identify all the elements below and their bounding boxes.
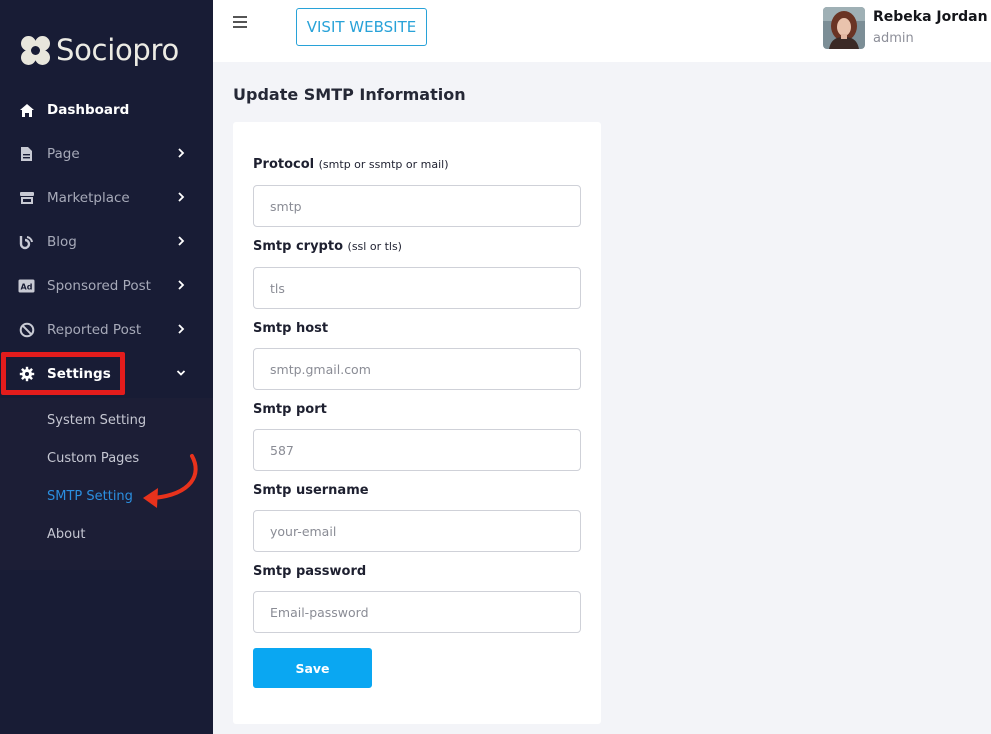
chevron-right-icon bbox=[178, 280, 185, 290]
chevron-down-icon bbox=[176, 370, 186, 376]
save-button[interactable]: Save bbox=[253, 648, 372, 688]
smtp-form: Protocol (smtp or ssmtp or mail) Smtp cr… bbox=[233, 122, 601, 724]
submenu-item-about[interactable]: About bbox=[47, 527, 85, 542]
user-name: Rebeka Jordan bbox=[873, 9, 988, 25]
home-icon bbox=[18, 102, 35, 119]
smtp-username-label: Smtp username bbox=[253, 483, 369, 498]
smtp-host-label: Smtp host bbox=[253, 321, 328, 336]
page-title: Update SMTP Information bbox=[233, 85, 466, 104]
user-role: admin bbox=[873, 31, 914, 46]
chevron-right-icon bbox=[178, 148, 185, 158]
smtp-host-label-text: Smtp host bbox=[253, 321, 329, 336]
smtp-username-input[interactable] bbox=[253, 510, 581, 552]
file-icon bbox=[18, 146, 35, 163]
sidebar: Sociopro Dashboard Page Marketplace Blog… bbox=[0, 0, 213, 734]
protocol-label-text: Protocol bbox=[253, 157, 315, 172]
smtp-password-input[interactable] bbox=[253, 591, 581, 633]
visit-website-button[interactable]: VISIT WEBSITE bbox=[296, 8, 427, 46]
submenu-item-custom-pages[interactable]: Custom Pages bbox=[47, 451, 139, 466]
menu-icon[interactable] bbox=[233, 16, 247, 28]
sidebar-item-label: Dashboard bbox=[47, 102, 130, 118]
smtp-password-label-text: Smtp password bbox=[253, 564, 367, 579]
chevron-right-icon bbox=[178, 236, 185, 246]
smtp-password-label: Smtp password bbox=[253, 564, 366, 579]
sidebar-item-label: Marketplace bbox=[47, 190, 130, 206]
sidebar-item-page[interactable]: Page bbox=[0, 132, 213, 176]
brand-name: Sociopro bbox=[56, 33, 179, 67]
protocol-hint: (smtp or ssmtp or mail) bbox=[318, 158, 449, 171]
smtp-crypto-hint: (ssl or tls) bbox=[347, 240, 402, 253]
annotation-arrow-icon bbox=[143, 454, 198, 508]
submenu-item-smtp-setting[interactable]: SMTP Setting bbox=[47, 489, 133, 504]
smtp-crypto-label: Smtp crypto (ssl or tls) bbox=[253, 239, 402, 254]
smtp-port-input[interactable] bbox=[253, 429, 581, 471]
smtp-username-label-text: Smtp username bbox=[253, 483, 369, 498]
logo-icon bbox=[20, 35, 51, 66]
sidebar-item-blog[interactable]: Blog bbox=[0, 220, 213, 264]
sidebar-item-dashboard[interactable]: Dashboard bbox=[0, 88, 213, 132]
protocol-label: Protocol (smtp or ssmtp or mail) bbox=[253, 157, 449, 172]
submenu-item-system-setting[interactable]: System Setting bbox=[47, 413, 146, 428]
topbar: VISIT WEBSITE Rebeka Jordan admin bbox=[213, 0, 991, 62]
store-icon bbox=[18, 190, 35, 207]
chevron-right-icon bbox=[178, 192, 185, 202]
sidebar-item-label: Page bbox=[47, 146, 80, 162]
smtp-crypto-input[interactable] bbox=[253, 267, 581, 309]
avatar[interactable] bbox=[823, 7, 865, 49]
sidebar-item-reported-post[interactable]: Reported Post bbox=[0, 308, 213, 352]
brand-logo[interactable]: Sociopro bbox=[20, 33, 179, 67]
blog-icon bbox=[18, 234, 35, 251]
smtp-port-label: Smtp port bbox=[253, 402, 327, 417]
smtp-crypto-label-text: Smtp crypto bbox=[253, 239, 343, 254]
sidebar-item-label: Blog bbox=[47, 234, 77, 250]
ban-icon bbox=[18, 322, 35, 339]
ad-icon: Ad bbox=[18, 278, 35, 295]
sidebar-item-label: Sponsored Post bbox=[47, 278, 151, 294]
smtp-host-input[interactable] bbox=[253, 348, 581, 390]
svg-text:Ad: Ad bbox=[21, 283, 33, 292]
protocol-input[interactable] bbox=[253, 185, 581, 227]
sidebar-item-label: Reported Post bbox=[47, 322, 142, 338]
chevron-right-icon bbox=[178, 324, 185, 334]
highlight-box bbox=[1, 352, 125, 395]
sidebar-item-marketplace[interactable]: Marketplace bbox=[0, 176, 213, 220]
sidebar-item-sponsored-post[interactable]: Ad Sponsored Post bbox=[0, 264, 213, 308]
smtp-port-label-text: Smtp port bbox=[253, 402, 327, 417]
